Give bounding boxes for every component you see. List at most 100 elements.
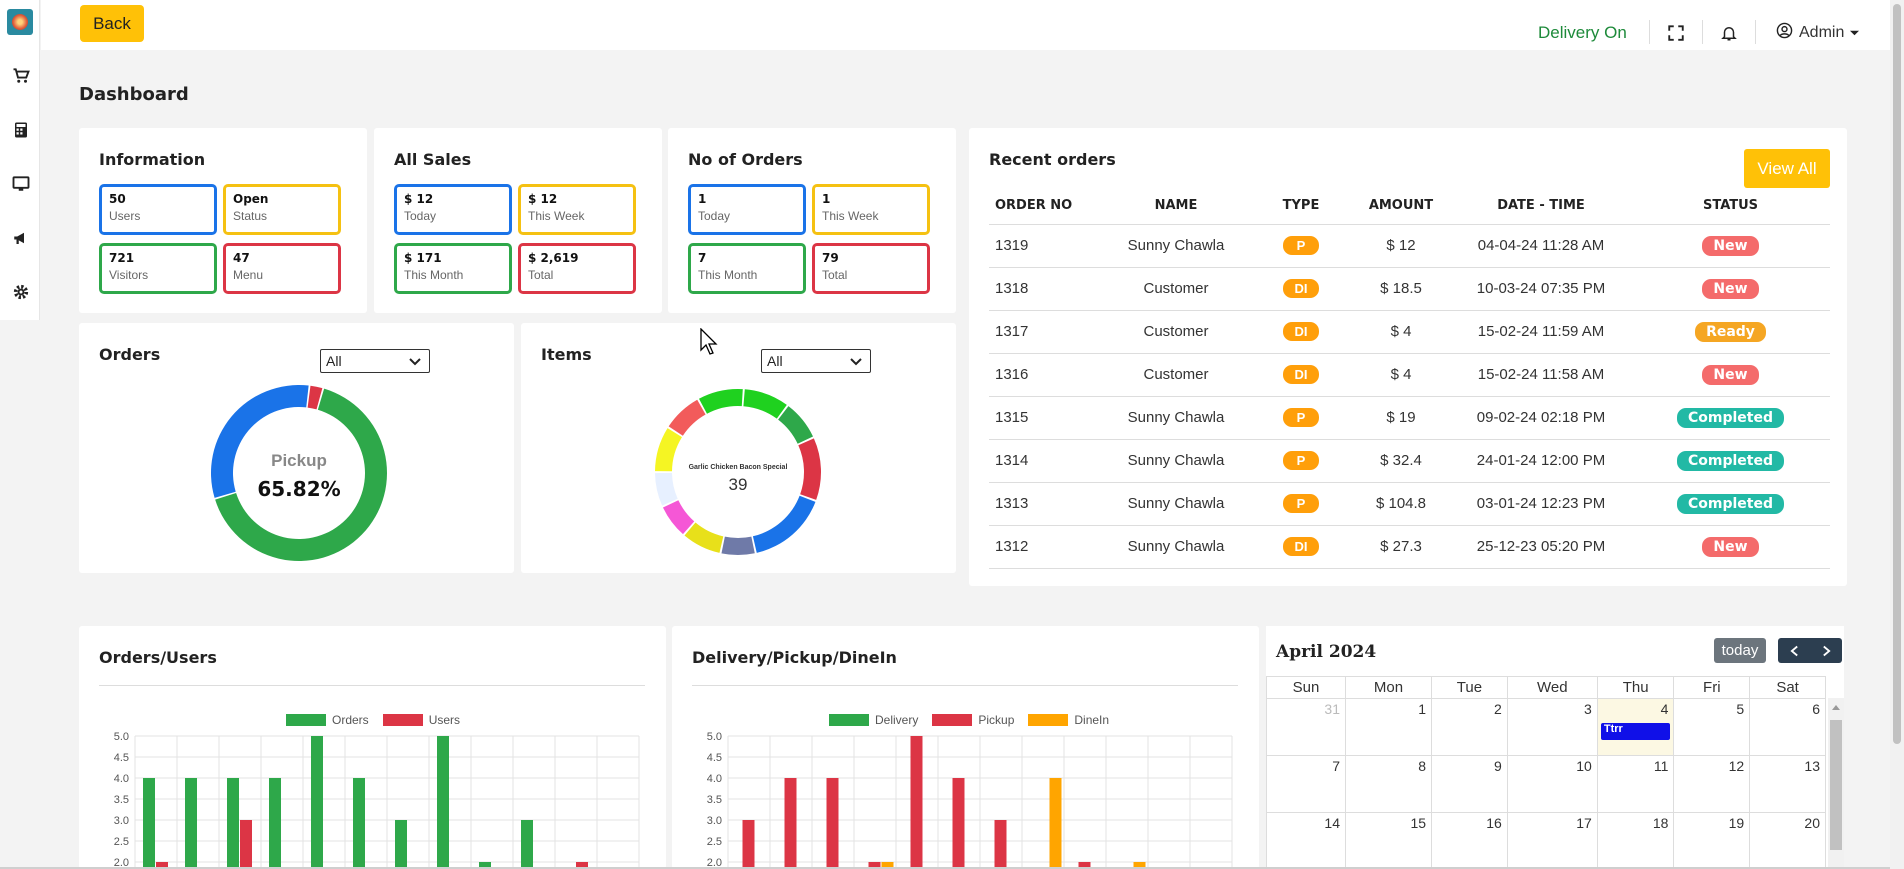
calendar-day-cell[interactable]: 4 Ttrr [1596, 698, 1675, 756]
calendar-day-cell[interactable]: 3 [1506, 698, 1598, 756]
order-type-badge: DI [1283, 537, 1319, 556]
bar-users[interactable] [240, 820, 252, 869]
bar-orders[interactable] [143, 778, 155, 869]
calendar-day-cell[interactable]: 10 [1506, 755, 1598, 813]
calendar-day-cell[interactable]: 19 [1673, 812, 1751, 869]
legend-item-delivery[interactable]: Delivery [829, 713, 918, 727]
calendar-day-cell[interactable]: 31 [1266, 698, 1346, 756]
bar-pickup[interactable] [826, 778, 839, 869]
calendar-day-cell[interactable]: 6 [1749, 698, 1826, 756]
y-tick-label: 2.5 [114, 836, 129, 848]
day-number: 19 [1728, 815, 1745, 831]
datetime-cell: 15-02-24 11:59 AM [1451, 310, 1631, 354]
bar-orders[interactable] [269, 778, 281, 869]
legend-item-orders[interactable]: Orders [286, 713, 369, 727]
scroll-up-icon[interactable] [1831, 703, 1841, 711]
bar-orders[interactable] [437, 736, 449, 869]
day-number: 12 [1728, 758, 1745, 774]
bell-icon[interactable] [1720, 24, 1738, 42]
day-number: 3 [1584, 701, 1592, 717]
bar-orders[interactable] [353, 778, 365, 869]
bar-pickup[interactable] [994, 820, 1007, 869]
table-row[interactable]: 1316 Customer DI $ 4 15-02-24 11:58 AM New [989, 353, 1830, 397]
donut-slice[interactable] [752, 495, 816, 553]
donut-center-value: 39 [728, 475, 748, 494]
bar-pickup[interactable] [952, 778, 965, 869]
orders-filter-select[interactable]: All [320, 349, 430, 373]
order-no-cell: 1313 [989, 482, 1101, 526]
status-badge-cell: New [1631, 267, 1830, 311]
bar-dinein[interactable] [1049, 778, 1062, 869]
legend-item-dinein[interactable]: DineIn [1028, 713, 1109, 727]
bar-orders[interactable] [185, 778, 197, 869]
datetime-cell: 24-01-24 12:00 PM [1451, 439, 1631, 483]
stat-value: 1 [822, 192, 831, 206]
calendar-day-cell[interactable]: 17 [1506, 812, 1598, 869]
bar-orders[interactable] [395, 820, 407, 869]
table-row[interactable]: 1313 Sunny Chawla P $ 104.8 03-01-24 12:23 P… [989, 482, 1830, 526]
donut-slice[interactable] [743, 389, 787, 419]
calendar-day-cell[interactable]: 7 [1266, 755, 1346, 813]
calendar-day-cell[interactable]: 5 [1673, 698, 1751, 756]
stat-orders-week: 1 This Week [812, 184, 930, 235]
calendar-day-cell[interactable]: 20 [1749, 812, 1826, 869]
items-filter-select[interactable]: All [761, 349, 871, 373]
prev-month-button[interactable] [1778, 638, 1810, 663]
bar-orders[interactable] [311, 736, 323, 869]
megaphone-icon[interactable] [12, 229, 30, 247]
bar-orders[interactable] [227, 778, 239, 869]
legend-item-pickup[interactable]: Pickup [932, 713, 1014, 727]
bar-orders[interactable] [521, 820, 533, 869]
calendar-day-cell[interactable]: 8 [1344, 755, 1433, 813]
donut-slice[interactable] [662, 500, 695, 535]
card-title: Recent orders [989, 150, 1116, 169]
donut-slice[interactable] [698, 389, 743, 414]
bar-pickup[interactable] [910, 736, 923, 869]
fullscreen-icon[interactable] [1667, 24, 1685, 42]
bar-pickup[interactable] [742, 820, 755, 869]
stat-sales-today: $ 12 Today [394, 184, 512, 235]
calendar-day-cell[interactable]: 18 [1596, 812, 1675, 869]
page-scrollbar[interactable] [1890, 0, 1904, 869]
bar-pickup[interactable] [784, 778, 797, 869]
legend-item-users[interactable]: Users [382, 713, 460, 727]
calendar-day-cell[interactable]: 12 [1673, 755, 1751, 813]
table-row[interactable]: 1317 Customer DI $ 4 15-02-24 11:59 AM Ready [989, 310, 1830, 354]
card-title: Orders/Users [99, 648, 217, 667]
page-scroll-thumb[interactable] [1893, 4, 1901, 744]
table-row[interactable]: 1312 Sunny Chawla DI $ 27.3 25-12-23 05:20 P… [989, 525, 1830, 569]
calendar-day-cell[interactable]: 14 [1266, 812, 1346, 869]
calendar-day-cell[interactable]: 16 [1431, 812, 1508, 869]
gear-icon[interactable] [12, 283, 30, 301]
calendar-day-cell[interactable]: 9 [1431, 755, 1508, 813]
calendar-scrollbar[interactable] [1828, 698, 1844, 869]
back-button[interactable]: Back [80, 5, 144, 42]
table-row[interactable]: 1318 Customer DI $ 18.5 10-03-24 07:35 PM New [989, 267, 1830, 311]
calendar-scroll-thumb[interactable] [1830, 720, 1842, 850]
table-row[interactable]: 1315 Sunny Chawla P $ 19 09-02-24 02:18 PM Co… [989, 396, 1830, 440]
calendar-day-cell[interactable]: 15 [1344, 812, 1433, 869]
table-row[interactable]: 1319 Sunny Chawla P $ 12 04-04-24 11:28 AM Ne… [989, 224, 1830, 268]
admin-menu[interactable]: Admin [1776, 22, 1860, 44]
donut-slice[interactable] [721, 536, 755, 555]
customer-name-cell: Customer [1101, 353, 1251, 397]
calculator-icon[interactable] [12, 121, 30, 139]
next-month-button[interactable] [1810, 638, 1842, 663]
stat-orders-month: 7 This Month [688, 243, 806, 294]
calendar-day-cell[interactable]: 11 [1596, 755, 1675, 813]
donut-slice[interactable] [668, 399, 706, 436]
calendar-day-cell[interactable]: 13 [1749, 755, 1826, 813]
donut-slice[interactable] [684, 522, 724, 553]
calendar-event[interactable]: Ttrr [1600, 723, 1671, 740]
today-button[interactable]: today [1714, 638, 1766, 663]
calendar-day-cell[interactable]: 2 [1431, 698, 1508, 756]
cart-icon[interactable] [12, 67, 30, 85]
delivery-status[interactable]: Delivery On [1538, 23, 1627, 43]
table-row[interactable]: 1314 Sunny Chawla P $ 32.4 24-01-24 12:00 PM… [989, 439, 1830, 483]
donut-slice[interactable] [778, 406, 814, 444]
view-all-button[interactable]: View All [1744, 149, 1830, 188]
weekday-header: Sun [1266, 676, 1346, 699]
brand-logo[interactable] [7, 9, 33, 35]
calendar-day-cell[interactable]: 1 [1344, 698, 1433, 756]
monitor-icon[interactable] [12, 175, 30, 193]
